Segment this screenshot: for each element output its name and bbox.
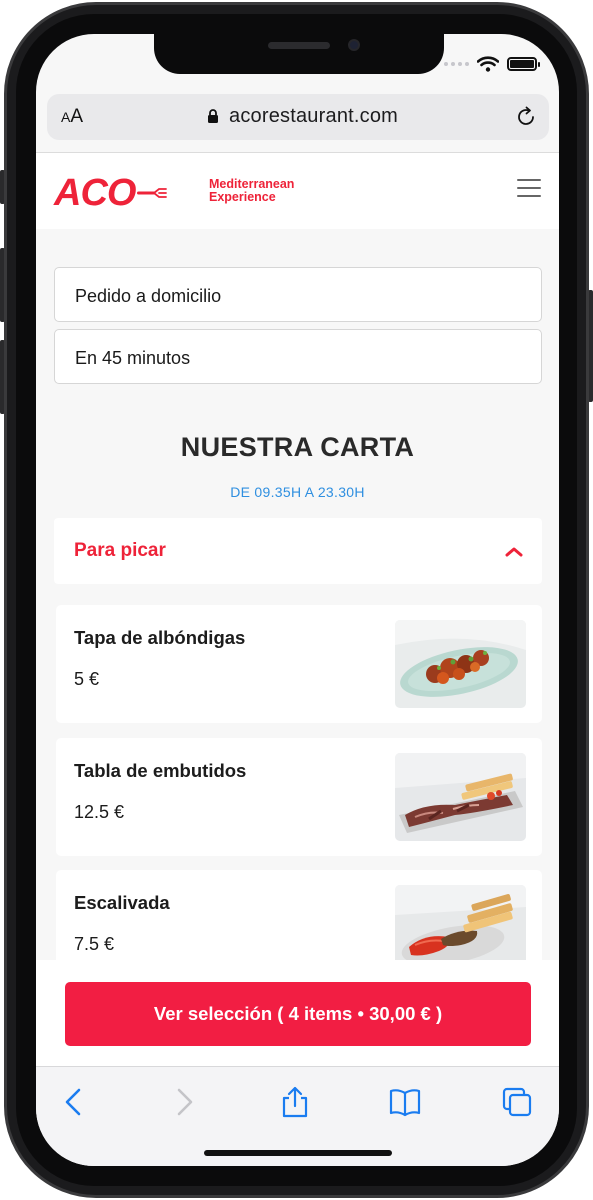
phone-frame: AA acorestaurant.com ACO Mediterranean E… (0, 0, 593, 1200)
url-text[interactable]: acorestaurant.com (229, 105, 398, 128)
site-header: ACO Mediterranean Experience (36, 153, 559, 229)
cart-bar: Ver selección ( 4 items • 30,00 € ) (36, 960, 559, 1066)
front-camera (348, 39, 360, 51)
item-name: Tapa de albóndigas (74, 627, 246, 648)
reload-icon[interactable] (515, 106, 537, 128)
view-selection-button[interactable]: Ver selección ( 4 items • 30,00 € ) (65, 982, 531, 1046)
status-bar (444, 56, 540, 72)
delivery-mode-select[interactable]: Pedido a domicilio (54, 267, 542, 322)
menu-title: NUESTRA CARTA (180, 432, 415, 462)
battery-icon (507, 57, 540, 71)
logo-text: ACO (54, 172, 136, 214)
notch (154, 34, 444, 74)
item-photo-albondigas (395, 620, 526, 708)
category-header-para-picar[interactable]: Para picar (54, 518, 542, 584)
category-label: Para picar (74, 540, 166, 561)
menu-item[interactable]: Tabla de embutidos 12.5 € (56, 738, 542, 856)
wifi-icon (477, 56, 499, 72)
logo-tagline: Mediterranean Experience (209, 178, 294, 204)
item-price: 7.5 € (74, 934, 115, 954)
cellular-signal-icon (444, 62, 469, 66)
address-bar[interactable]: AA acorestaurant.com (47, 94, 549, 140)
item-price: 5 € (74, 669, 100, 689)
fork-icon (137, 188, 168, 198)
item-price: 12.5 € (74, 802, 125, 822)
tabs-icon[interactable] (500, 1085, 534, 1119)
opening-hours: DE 09.35H A 23.30H (230, 484, 365, 500)
delivery-time-select[interactable]: En 45 minutos (54, 329, 542, 384)
tagline-line-2: Experience (209, 190, 276, 204)
menu-icon[interactable] (517, 179, 541, 197)
aco-logo[interactable]: ACO (54, 172, 168, 214)
screen: AA acorestaurant.com ACO Mediterranean E… (36, 34, 559, 1166)
share-icon[interactable] (278, 1085, 312, 1119)
home-indicator (204, 1150, 392, 1156)
item-name: Escalivada (74, 892, 170, 913)
bookmarks-icon[interactable] (388, 1085, 422, 1119)
chevron-left-icon[interactable] (58, 1085, 92, 1119)
menu-item[interactable]: Tapa de albóndigas 5 € (56, 605, 542, 723)
text-size-button[interactable]: AA (61, 106, 83, 128)
delivery-time-value: En 45 minutos (75, 348, 191, 368)
speaker-grille (268, 42, 330, 49)
lock-icon (208, 109, 218, 123)
chevron-right-icon[interactable] (166, 1085, 200, 1119)
item-name: Tabla de embutidos (74, 760, 247, 781)
item-photo-embutidos (395, 753, 526, 841)
chevron-up-icon[interactable] (504, 544, 524, 558)
delivery-mode-value: Pedido a domicilio (75, 286, 222, 306)
